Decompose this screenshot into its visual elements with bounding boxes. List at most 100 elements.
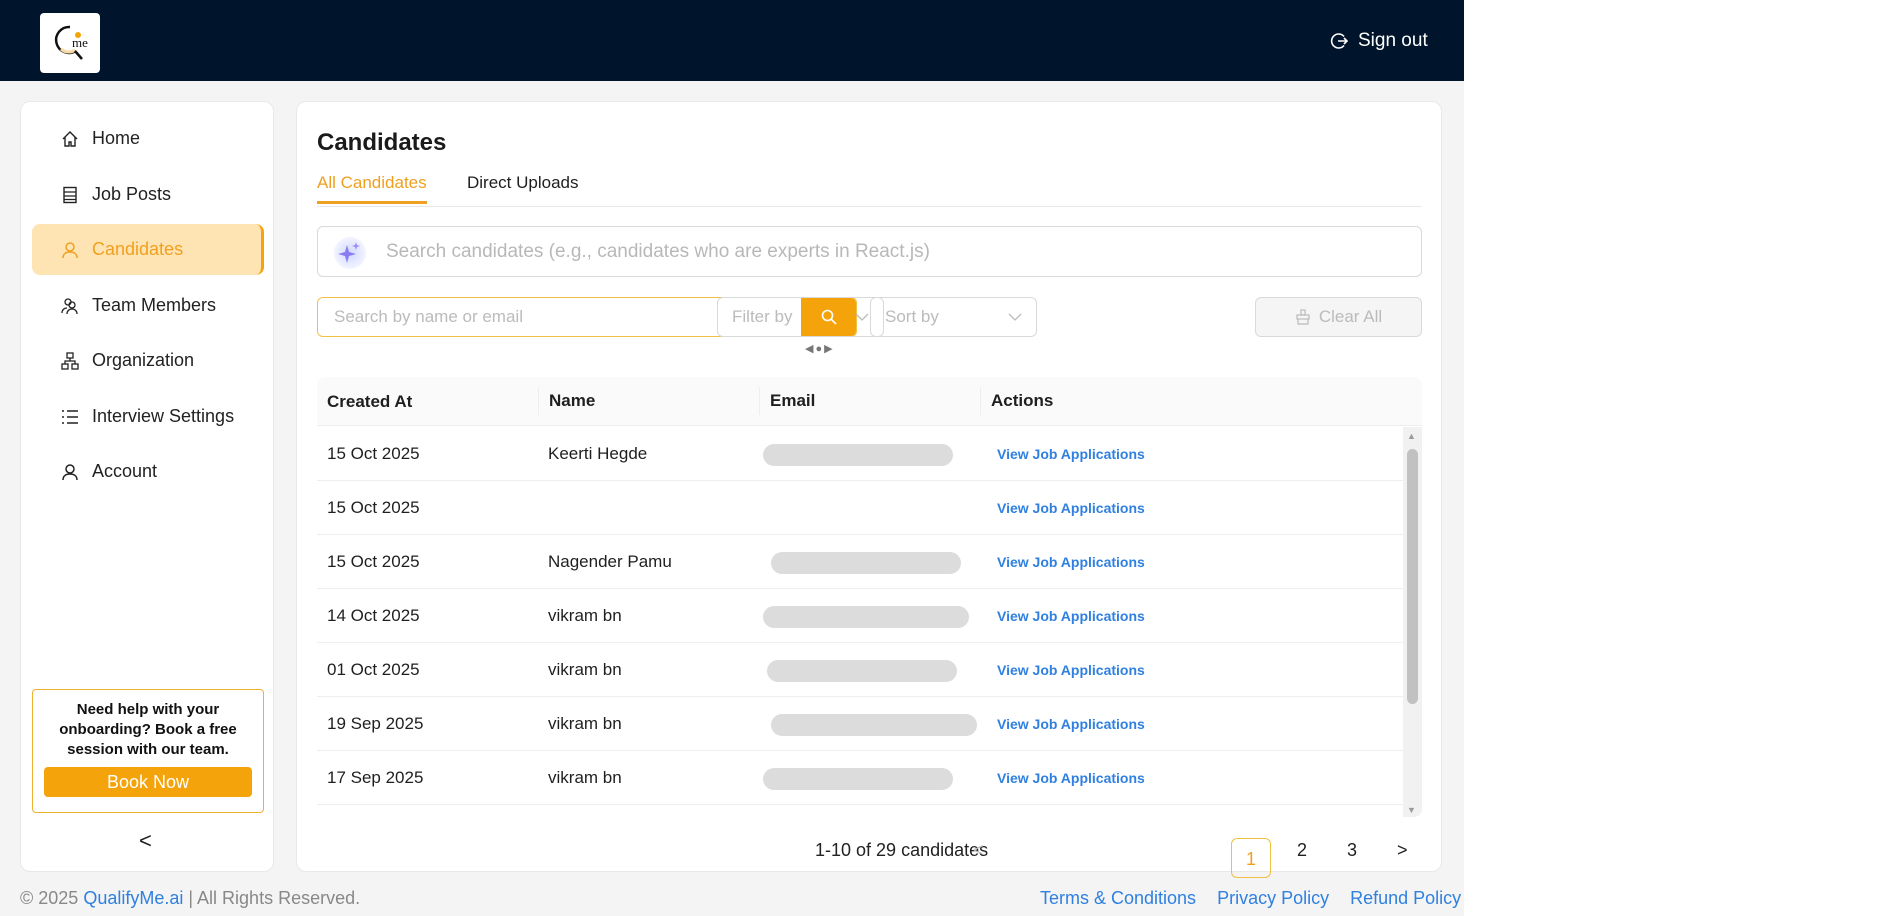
team-icon xyxy=(61,297,78,314)
hierarchy-icon xyxy=(61,351,79,370)
view-job-applications-link[interactable]: View Job Applications xyxy=(987,535,1145,589)
table-row: 14 Oct 2025 vikram bn View Job Applicati… xyxy=(317,589,1403,643)
refund-link[interactable]: Refund Policy xyxy=(1350,888,1461,908)
redacted-email xyxy=(771,714,977,736)
onboarding-help-box: Need help with your onboarding? Book a f… xyxy=(32,689,264,813)
redacted-email xyxy=(763,768,953,790)
created-at-cell: 15 Oct 2025 xyxy=(327,444,420,463)
svg-text:me: me xyxy=(72,35,88,50)
brand-link[interactable]: QualifyMe.ai xyxy=(83,888,183,908)
sidebar-item-interview-settings[interactable]: Interview Settings xyxy=(32,391,264,442)
copyright: © 2025 QualifyMe.ai | All Rights Reserve… xyxy=(20,888,360,909)
column-created-at[interactable]: Created At xyxy=(317,377,412,426)
sign-out-icon xyxy=(1330,33,1348,49)
ai-search-placeholder: Search candidates (e.g., candidates who … xyxy=(386,240,930,262)
column-email[interactable]: Email xyxy=(759,387,815,415)
tab-bar: All Candidates Direct Uploads xyxy=(317,171,1422,207)
sort-by-select[interactable]: Sort by xyxy=(870,297,1037,337)
redacted-email xyxy=(771,552,961,574)
created-at-cell: 15 Oct 2025 xyxy=(327,552,420,571)
column-actions: Actions xyxy=(980,387,1053,415)
pagination-summary: 1-10 of 29 candidates xyxy=(815,840,989,860)
tab-all-candidates[interactable]: All Candidates xyxy=(317,173,427,204)
user-icon xyxy=(62,241,78,258)
clear-all-label: Clear All xyxy=(1318,307,1383,326)
sidebar-item-label: Account xyxy=(92,461,158,481)
terms-link[interactable]: Terms & Conditions xyxy=(1040,888,1196,908)
filter-placeholder: Filter by xyxy=(732,307,793,326)
main-panel: Candidates All Candidates Direct Uploads… xyxy=(296,101,1442,878)
page-3-button[interactable]: 3 xyxy=(1347,840,1357,861)
scrollbar-thumb[interactable] xyxy=(1407,449,1418,704)
column-name[interactable]: Name xyxy=(538,387,595,415)
view-job-applications-link[interactable]: View Job Applications xyxy=(987,751,1145,805)
page-title: Candidates xyxy=(317,129,447,156)
sidebar-item-label: Team Members xyxy=(92,295,217,315)
sign-out-label: Sign out xyxy=(1358,30,1428,51)
sidebar-item-home[interactable]: Home xyxy=(32,113,264,164)
sidebar-item-team-members[interactable]: Team Members xyxy=(32,280,264,331)
list-icon xyxy=(62,409,78,424)
sidebar: Home Job Posts Candidates Team Members O… xyxy=(20,101,274,872)
view-job-applications-link[interactable]: View Job Applications xyxy=(987,697,1145,751)
sidebar-item-label: Home xyxy=(92,128,141,148)
clear-all-button[interactable]: Clear All xyxy=(1255,297,1422,337)
sidebar-item-label: Candidates xyxy=(92,239,184,259)
page-1-button[interactable]: 1 xyxy=(1231,838,1271,878)
table-row: 19 Sep 2025 vikram bn View Job Applicati… xyxy=(317,697,1403,751)
document-list-icon xyxy=(63,186,77,203)
created-at-cell: 15 Oct 2025 xyxy=(327,498,420,517)
home-icon xyxy=(62,130,78,147)
view-job-applications-link[interactable]: View Job Applications xyxy=(987,427,1145,481)
copyright-prefix: © 2025 xyxy=(20,888,84,908)
sidebar-item-label: Interview Settings xyxy=(92,406,235,426)
table-row: 15 Oct 2025 Keerti Hegde View Job Applic… xyxy=(317,427,1403,481)
privacy-link[interactable]: Privacy Policy xyxy=(1217,888,1329,908)
table-row: 15 Oct 2025 Nagender Pamu View Job Appli… xyxy=(317,535,1403,589)
view-job-applications-link[interactable]: View Job Applications xyxy=(987,481,1145,535)
name-cell: vikram bn xyxy=(548,660,622,679)
sidebar-item-organization[interactable]: Organization xyxy=(32,335,264,386)
collapse-sidebar-button[interactable]: < xyxy=(139,828,152,854)
chevron-down-icon xyxy=(855,313,869,321)
view-job-applications-link[interactable]: View Job Applications xyxy=(987,643,1145,697)
prev-page-button[interactable]: < xyxy=(973,840,984,861)
copyright-suffix: | All Rights Reserved. xyxy=(183,888,361,908)
created-at-cell: 19 Sep 2025 xyxy=(327,714,424,733)
book-now-button[interactable]: Book Now xyxy=(44,767,252,797)
sign-out-button[interactable]: Sign out xyxy=(1330,30,1428,52)
horizontal-scroll-indicator[interactable]: ◀●▶ xyxy=(805,342,835,355)
sidebar-item-account[interactable]: Account xyxy=(32,446,264,497)
view-job-applications-link[interactable]: View Job Applications xyxy=(987,589,1145,643)
table-scrollbar[interactable]: ▲ ▼ xyxy=(1403,427,1422,817)
filter-by-select[interactable]: Filter by xyxy=(717,297,884,337)
sidebar-item-label: Job Posts xyxy=(92,184,172,204)
footer-links: Terms & Conditions Privacy Policy Refund… xyxy=(1040,888,1461,909)
name-cell: vikram bn xyxy=(548,714,622,733)
tab-direct-uploads[interactable]: Direct Uploads xyxy=(467,173,579,193)
sort-placeholder: Sort by xyxy=(885,307,939,326)
name-cell: vikram bn xyxy=(548,606,622,625)
ai-search-input[interactable]: Search candidates (e.g., candidates who … xyxy=(317,226,1422,277)
candidates-table: Created At Name Email Actions 15 Oct 202… xyxy=(317,377,1422,817)
sparkle-icon xyxy=(334,237,366,269)
next-page-button[interactable]: > xyxy=(1397,840,1408,861)
qualifyme-logo[interactable]: me xyxy=(40,13,100,73)
help-text: Need help with your onboarding? Book a f… xyxy=(59,701,237,758)
user-icon xyxy=(62,463,78,480)
created-at-cell: 17 Sep 2025 xyxy=(327,768,424,787)
sidebar-item-job-posts[interactable]: Job Posts xyxy=(32,169,264,220)
name-cell: vikram bn xyxy=(548,768,622,787)
redacted-email xyxy=(763,606,969,628)
redacted-email xyxy=(767,660,957,682)
table-row: 17 Sep 2025 vikram bn View Job Applicati… xyxy=(317,751,1403,805)
sidebar-item-candidates[interactable]: Candidates xyxy=(32,224,264,275)
page-2-button[interactable]: 2 xyxy=(1297,840,1307,861)
sidebar-item-label: Organization xyxy=(92,350,195,370)
redacted-email xyxy=(763,444,953,466)
app: me Sign out Home Job Posts Candidates Te… xyxy=(0,0,1464,916)
broom-icon xyxy=(1296,309,1310,325)
name-cell: Nagender Pamu xyxy=(548,552,672,571)
created-at-cell: 01 Oct 2025 xyxy=(327,660,420,679)
top-header: me Sign out xyxy=(0,0,1464,81)
